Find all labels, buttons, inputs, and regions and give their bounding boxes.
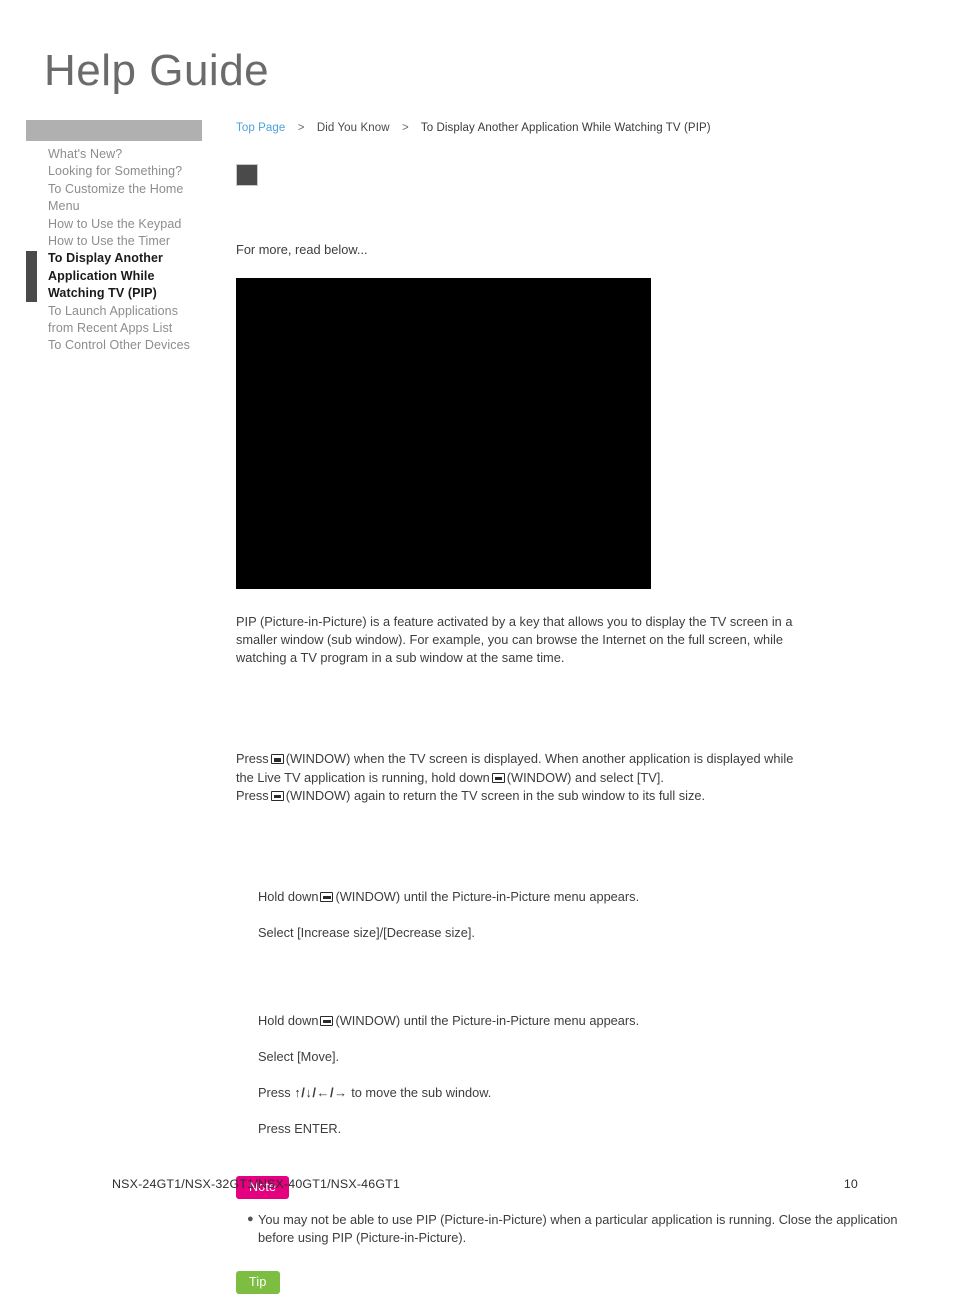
window-key-icon (320, 1015, 334, 1026)
resize-steps-list: Hold down (WINDOW) until the Picture-in-P… (236, 888, 916, 942)
arrow-keys-icon: ↑/↓/←/→ (294, 1084, 348, 1100)
list-item: Hold down (WINDOW) until the Picture-in-P… (258, 1012, 916, 1030)
step-text-pre: Select [Increase size]/[Decrease size]. (258, 924, 475, 940)
window-key-icon (270, 790, 284, 801)
step-text-post: (WINDOW) until the Picture-in-Picture me… (335, 888, 640, 904)
step-text-pre: Hold down (258, 888, 319, 904)
masthead-title: Help Guide (44, 46, 270, 95)
list-item: Select [Increase size]/[Decrease size]. (258, 924, 916, 942)
step-text-pre: Hold down (258, 1012, 319, 1028)
sidebar-nav: What's New? Looking for Something? To Cu… (26, 146, 206, 355)
sidebar-item-display-another-application-pip[interactable]: To Display Another Application While Wat… (26, 250, 206, 302)
step-text-pre: Select [Move]. (258, 1048, 340, 1064)
heading-image-placeholder-icon (236, 164, 258, 186)
list-item: Hold down (WINDOW) until the Picture-in-P… (258, 888, 916, 906)
move-steps-list: Hold down (WINDOW) until the Picture-in-P… (236, 1012, 916, 1138)
press-text-5: (WINDOW) again to return the TV screen i… (285, 787, 706, 803)
sidebar-item-looking-for-something[interactable]: Looking for Something? (26, 163, 206, 180)
press-window-instructions: Press (WINDOW) when the TV screen is disp… (236, 750, 796, 805)
sidebar-item-label: Looking for Something? (48, 164, 183, 179)
sidebar-item-launch-applications-recent-apps[interactable]: To Launch Applications from Recent Apps … (26, 303, 206, 338)
breadcrumb-separator: > (401, 122, 409, 134)
intro-paragraph: PIP (Picture-in-Picture) is a feature ac… (236, 614, 793, 666)
list-item: Press ↑/↓/←/→ to move the sub window. (258, 1084, 916, 1102)
page-footer: NSX-24GT1/NSX-32GT1/NSX-40GT1/NSX-46GT1 … (112, 1177, 858, 1191)
step-text-pre: Press ENTER. (258, 1120, 342, 1136)
sidebar-item-how-to-use-timer[interactable]: How to Use the Timer (26, 233, 206, 250)
window-key-icon (320, 891, 334, 902)
window-key-icon (270, 754, 284, 765)
note-list: ● You may not be able to use PIP (Pictur… (236, 1211, 916, 1247)
sidebar-item-label: To Display Another Application While Wat… (48, 251, 164, 301)
sidebar-item-control-other-devices[interactable]: To Control Other Devices (26, 337, 206, 354)
sidebar-item-label: How to Use the Timer (48, 234, 171, 249)
sidebar-item-label: To Control Other Devices (48, 338, 191, 353)
footer-page-number: 10 (843, 1177, 858, 1191)
sidebar-item-label: To Launch Applications from Recent Apps … (48, 303, 179, 336)
breadcrumb-current: To Display Another Application While Wat… (420, 122, 711, 134)
main-content: Top Page > Did You Know > To Display Ano… (236, 120, 916, 1294)
active-item-marker (26, 251, 37, 302)
press-text-4: Press (236, 787, 269, 803)
breadcrumb: Top Page > Did You Know > To Display Ano… (236, 120, 916, 136)
window-key-icon (491, 772, 505, 783)
lead-text: For more, read below... (236, 242, 368, 257)
sidebar: What's New? Looking for Something? To Cu… (26, 120, 206, 355)
press-text-3: (WINDOW) and select [TV]. (506, 769, 664, 785)
bullet-icon: ● (247, 1212, 254, 1225)
step-text-post: (WINDOW) until the Picture-in-Picture me… (335, 1012, 640, 1028)
note-text: You may not be able to use PIP (Picture-… (258, 1211, 898, 1245)
sidebar-item-label: How to Use the Keypad (48, 216, 182, 231)
list-item: Press ENTER. (258, 1120, 916, 1138)
list-item: ● You may not be able to use PIP (Pictur… (247, 1211, 916, 1247)
list-item: Select [Move]. (258, 1048, 916, 1066)
page-title: Help Guide (44, 44, 269, 98)
breadcrumb-parent[interactable]: Did You Know (317, 122, 390, 134)
breadcrumb-link-top-page[interactable]: Top Page (236, 122, 285, 134)
step-text-post: to move the sub window. (351, 1084, 492, 1100)
pip-screen-image (236, 278, 651, 589)
footer-model-numbers: NSX-24GT1/NSX-32GT1/NSX-40GT1/NSX-46GT1 (112, 1177, 401, 1191)
sidebar-header-bar (26, 120, 202, 141)
sidebar-item-whats-new[interactable]: What's New? (26, 146, 206, 163)
sidebar-item-how-to-use-keypad[interactable]: How to Use the Keypad (26, 216, 206, 233)
tip-section: Tip (236, 1270, 916, 1294)
step-text-pre: Press (258, 1084, 291, 1100)
breadcrumb-separator: > (297, 122, 305, 134)
sidebar-item-label: To Customize the Home Menu (48, 181, 184, 214)
sidebar-item-label: What's New? (48, 147, 123, 161)
press-text-1: Press (236, 751, 269, 767)
sidebar-item-customize-home-menu[interactable]: To Customize the Home Menu (26, 181, 206, 216)
status-badge-tip: Tip (236, 1270, 280, 1294)
